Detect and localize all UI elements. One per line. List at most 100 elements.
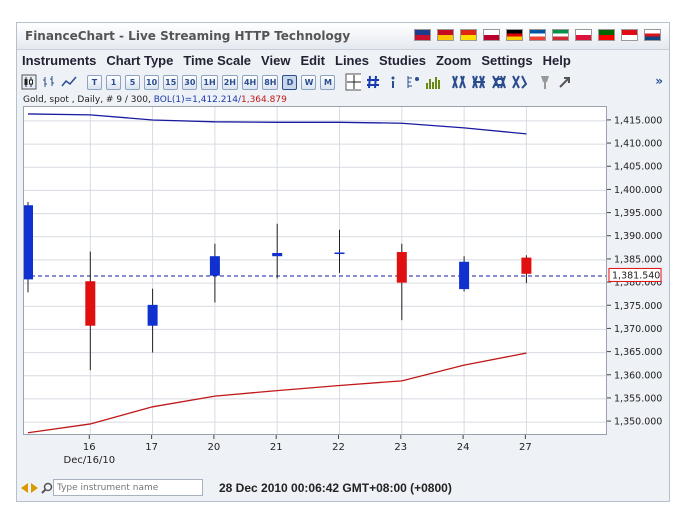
- toolbar-more-button[interactable]: »: [655, 74, 663, 88]
- volume-bars-icon[interactable]: [425, 74, 441, 90]
- finance-chart-app: FinanceChart - Live Streaming HTTP Techn…: [16, 22, 670, 502]
- y-tick-label: 1,370.000: [614, 324, 662, 335]
- price-axis: 1,415.000 1,410.000 1,405.000 1,400.000 1,39…: [607, 115, 662, 428]
- spain-flag-icon[interactable]: [437, 29, 454, 41]
- menu-studies[interactable]: Studies: [374, 50, 431, 71]
- japan-flag-icon[interactable]: [483, 29, 500, 41]
- candle-body[interactable]: [147, 304, 158, 326]
- toolbar: T 1 5 10 15 30 1H 2H 4H 8H D W M »: [21, 71, 665, 93]
- bollinger-upper-value: 1,412.214: [192, 95, 238, 105]
- x-tick-label: 17: [145, 442, 158, 453]
- candle-body[interactable]: [459, 261, 470, 290]
- timeframe-buttons: T 1 5 10 15 30 1H 2H 4H 8H D W M: [87, 74, 336, 90]
- candle-body[interactable]: [23, 205, 33, 280]
- scroll-right-icon[interactable]: [30, 482, 40, 494]
- scroll-controls: [19, 482, 53, 494]
- y-tick-label: 1,355.000: [614, 393, 662, 404]
- server-datetime: 28 Dec 2010 00:06:42 GMT+08:00 (+0800): [219, 481, 452, 495]
- timeframe-1-button[interactable]: 1: [106, 74, 121, 90]
- title-bar: FinanceChart - Live Streaming HTTP Techn…: [17, 23, 669, 50]
- timeframe-5-button[interactable]: 5: [125, 74, 140, 90]
- x-tick-label: 23: [394, 442, 407, 453]
- instrument-search-input[interactable]: [53, 479, 203, 496]
- timeframe-15-button[interactable]: 15: [163, 74, 179, 90]
- candle-body[interactable]: [85, 281, 96, 326]
- china-flag-icon[interactable]: [460, 29, 477, 41]
- uk-flag-icon[interactable]: [414, 29, 431, 41]
- cursor-arrow-icon[interactable]: [557, 74, 573, 90]
- y-tick-label: 1,350.000: [614, 417, 662, 428]
- menu-edit[interactable]: Edit: [295, 50, 330, 71]
- fan-lines-icon[interactable]: [451, 74, 467, 90]
- x-tick-label: 21: [270, 442, 283, 453]
- menu-settings[interactable]: Settings: [476, 50, 537, 71]
- y-tick-label: 1,365.000: [614, 347, 662, 358]
- timeframe-8h-button[interactable]: 8H: [262, 74, 279, 90]
- x-tick-label: 20: [208, 442, 221, 453]
- scroll-left-icon[interactable]: [19, 482, 29, 494]
- line-chart-icon[interactable]: [61, 74, 77, 90]
- timeframe-t-button[interactable]: T: [87, 74, 102, 90]
- menu-instruments[interactable]: Instruments: [17, 50, 101, 71]
- crosshair-icon[interactable]: [345, 73, 362, 91]
- timeframe-m-button[interactable]: M: [320, 74, 336, 90]
- current-price-label: 1,381.540: [612, 270, 660, 281]
- timeframe-1h-button[interactable]: 1H: [201, 74, 218, 90]
- fibonacci-icon[interactable]: [511, 74, 528, 90]
- menu-lines[interactable]: Lines: [330, 50, 374, 71]
- y-tick-label: 1,385.000: [614, 254, 662, 265]
- menu-view[interactable]: View: [256, 50, 295, 71]
- grid-hash-icon[interactable]: [365, 74, 381, 90]
- date-axis: 16 17 20 21 22 23 24 27 Dec/16/10: [64, 435, 532, 465]
- instrument-info-line: Gold, spot , Daily, # 9 / 300, BOL(1)=1,…: [23, 95, 287, 105]
- pitchfork-icon[interactable]: [491, 74, 507, 90]
- menu-chart-type[interactable]: Chart Type: [101, 50, 178, 71]
- menu-zoom[interactable]: Zoom: [431, 50, 476, 71]
- app-title: FinanceChart - Live Streaming HTTP Techn…: [25, 29, 351, 43]
- candle-body[interactable]: [209, 256, 220, 276]
- instrument-description: Gold, spot , Daily, # 9 / 300,: [23, 95, 154, 105]
- bollinger-lower-value: 1,364.879: [240, 95, 287, 105]
- price-chart[interactable]: [23, 106, 607, 435]
- timeframe-30-button[interactable]: 30: [182, 74, 198, 90]
- x-tick-label: 27: [519, 442, 532, 453]
- x-tick-label: 22: [332, 442, 345, 453]
- candle-body[interactable]: [272, 252, 283, 257]
- menu-time-scale[interactable]: Time Scale: [178, 50, 256, 71]
- y-tick-label: 1,360.000: [614, 370, 662, 381]
- search-icon[interactable]: [41, 482, 53, 494]
- x-sublabel: Dec/16/10: [64, 455, 116, 465]
- y-tick-label: 1,415.000: [614, 115, 662, 126]
- menu-help[interactable]: Help: [538, 50, 576, 71]
- czech-flag-icon[interactable]: [644, 29, 661, 41]
- bar-chart-icon[interactable]: [41, 74, 57, 90]
- candle-body[interactable]: [396, 252, 407, 283]
- timeframe-d-button[interactable]: D: [282, 74, 298, 90]
- timeframe-2h-button[interactable]: 2H: [221, 74, 238, 90]
- y-tick-label: 1,400.000: [614, 185, 662, 196]
- timeframe-4h-button[interactable]: 4H: [241, 74, 259, 90]
- timeframe-w-button[interactable]: W: [301, 74, 317, 90]
- language-flags: [414, 29, 661, 41]
- france-flag-icon[interactable]: [529, 29, 546, 41]
- candle-body[interactable]: [334, 252, 345, 255]
- y-tick-label: 1,410.000: [614, 139, 662, 150]
- scale-marker-icon[interactable]: [405, 74, 421, 90]
- germany-flag-icon[interactable]: [506, 29, 523, 41]
- info-icon[interactable]: [385, 74, 401, 90]
- y-tick-label: 1,395.000: [614, 208, 662, 219]
- italy-flag-icon[interactable]: [552, 29, 569, 41]
- bollinger-label: BOL(1)=: [153, 95, 193, 105]
- portugal-flag-icon[interactable]: [598, 29, 615, 41]
- candlestick-chart-icon[interactable]: [21, 74, 37, 90]
- poland-flag-icon[interactable]: [575, 29, 592, 41]
- pin-icon[interactable]: [537, 74, 553, 90]
- turkey-flag-icon[interactable]: [621, 29, 638, 41]
- y-tick-label: 1,405.000: [614, 162, 662, 173]
- x-tick-label: 16: [83, 442, 96, 453]
- channel-lines-icon[interactable]: [471, 74, 487, 90]
- y-tick-label: 1,390.000: [614, 231, 662, 242]
- timeframe-10-button[interactable]: 10: [144, 74, 160, 90]
- candle-body[interactable]: [521, 257, 532, 274]
- y-tick-label: 1,375.000: [614, 301, 662, 312]
